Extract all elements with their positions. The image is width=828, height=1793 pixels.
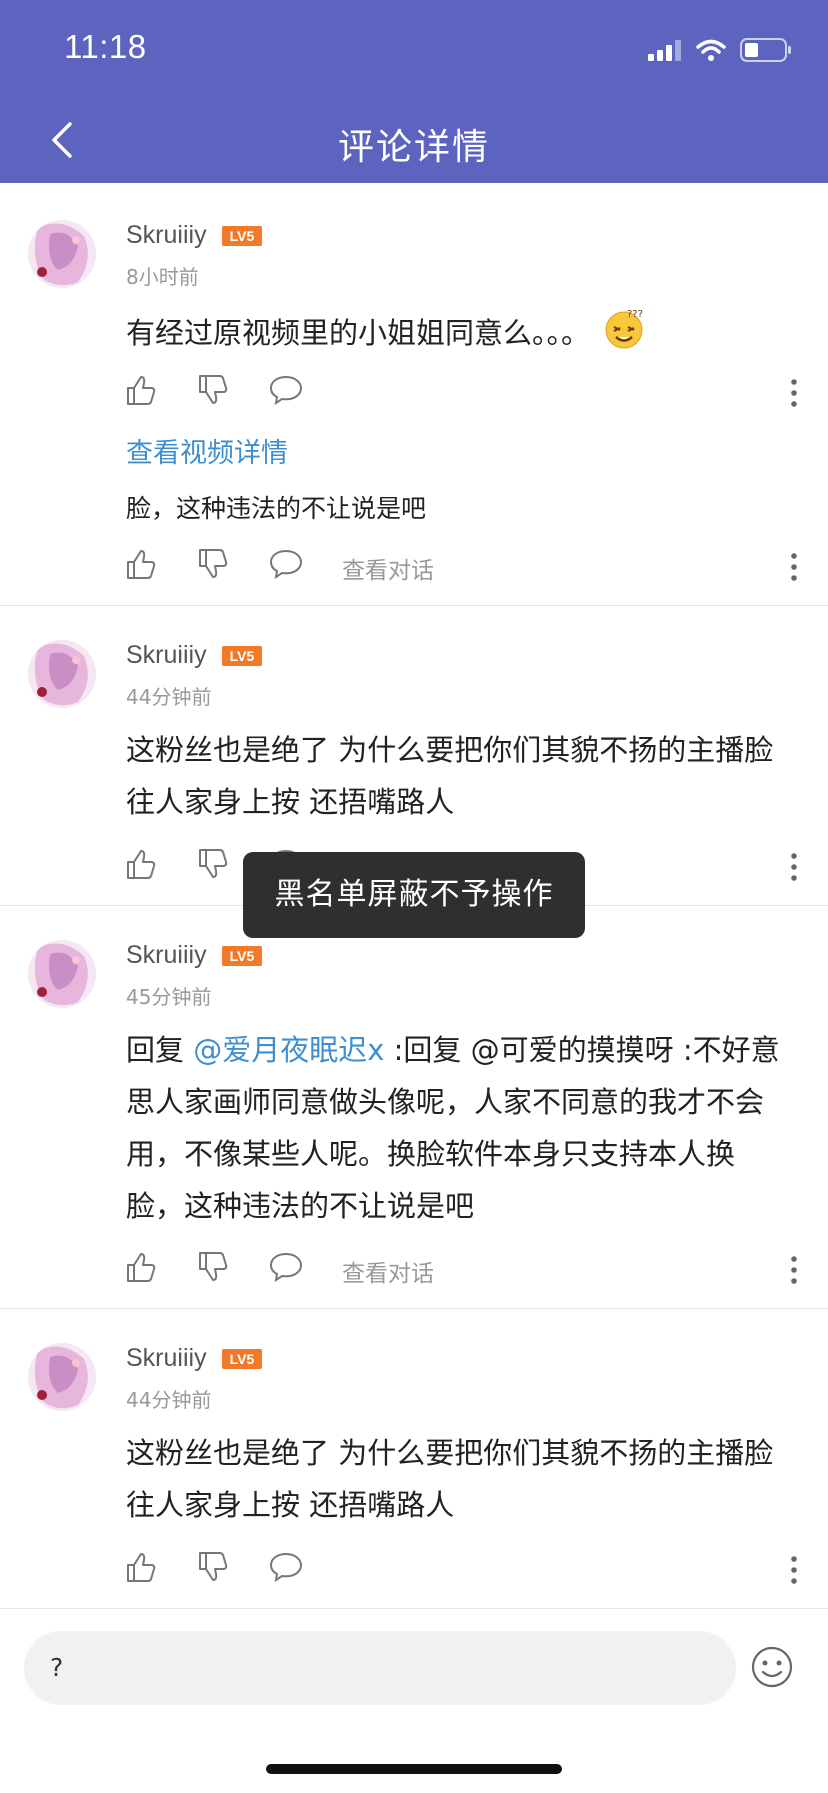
reply-icon: [269, 549, 303, 580]
avatar[interactable]: [28, 940, 96, 1008]
more-button[interactable]: [790, 851, 798, 883]
comment-text: 这粉丝也是绝了 为什么要把你们其貌不扬的主播脸 往人家身上按 还捂嘴路人: [126, 1427, 796, 1531]
reply-icon: [269, 1552, 303, 1583]
level-badge: LV5: [222, 646, 262, 666]
dislike-button[interactable]: [197, 1250, 237, 1290]
dislike-icon: [199, 1552, 228, 1581]
comment-4-actions: [0, 1550, 828, 1590]
comment-time: 45分钟前: [126, 985, 212, 1009]
reply-icon: [269, 1252, 303, 1283]
more-icon: [791, 853, 797, 881]
like-icon: [127, 550, 156, 579]
toast-message: 黑名单屏蔽不予操作: [243, 852, 585, 938]
like-button[interactable]: [125, 373, 165, 413]
signal-icon: [648, 40, 681, 61]
reply-prefix: 回复: [126, 1033, 194, 1067]
like-button[interactable]: [125, 1250, 165, 1290]
dislike-button[interactable]: [197, 373, 237, 413]
username[interactable]: Skruiiiy: [126, 941, 207, 970]
mention-link[interactable]: @爱月夜眠迟x: [193, 1033, 384, 1067]
avatar[interactable]: [28, 1343, 96, 1411]
emoji-icon: [751, 1646, 793, 1688]
dislike-icon: [199, 375, 228, 404]
reply-icon: [269, 375, 303, 406]
page-title: 评论详情: [337, 127, 490, 168]
more-button[interactable]: [790, 1254, 798, 1286]
comment-text-line: 往人家身上按 还捂嘴路人: [126, 1488, 455, 1522]
level-badge: LV5: [222, 946, 262, 966]
level-badge: LV5: [222, 1349, 262, 1369]
avatar-image: [28, 640, 96, 708]
comment-text-line: 往人家身上按 还捂嘴路人: [126, 785, 455, 819]
more-icon: [791, 379, 797, 407]
avatar[interactable]: [28, 220, 96, 288]
dislike-icon: [199, 1252, 228, 1281]
reply-button[interactable]: [268, 373, 308, 413]
comment-time: 44分钟前: [126, 685, 212, 709]
view-conversation-link[interactable]: 查看对话: [342, 1254, 434, 1288]
svg-text:???: ???: [627, 309, 643, 320]
comment-text-line: 这粉丝也是绝了 为什么要把你们其貌不扬的主播脸: [126, 733, 774, 767]
view-video-details-link[interactable]: 查看视频详情: [126, 431, 288, 470]
avatar-image: [28, 220, 96, 288]
like-icon: [127, 1553, 156, 1582]
reply-preview-text: 脸，这种违法的不让说是吧: [126, 494, 427, 523]
dislike-button[interactable]: [197, 1550, 237, 1590]
username[interactable]: Skruiiiy: [126, 641, 207, 670]
app-header: 11:18 评论详情: [0, 0, 828, 183]
status-time: 11:18: [64, 28, 147, 65]
comment-time: 8小时前: [126, 265, 199, 289]
action-bar: [0, 331, 828, 371]
status-icons: [648, 36, 792, 64]
comment-3-actions: 查看对话: [0, 1250, 828, 1290]
comment-1-reply-actions: 查看对话: [0, 547, 828, 587]
home-indicator: [266, 1764, 562, 1774]
avatar-image: [28, 1343, 96, 1411]
like-button[interactable]: [125, 1550, 165, 1590]
username[interactable]: Skruiiiy: [126, 1344, 207, 1373]
more-button[interactable]: [790, 551, 798, 583]
dislike-button[interactable]: [197, 847, 237, 887]
comment-text-line: 这粉丝也是绝了 为什么要把你们其貌不扬的主播脸: [126, 1436, 774, 1470]
comment-text-line: 脸，这种违法的不让说是吧: [126, 1189, 475, 1223]
like-icon: [127, 1253, 156, 1282]
more-button[interactable]: [790, 377, 798, 409]
more-button[interactable]: [790, 1554, 798, 1586]
reply-button[interactable]: [268, 547, 308, 587]
level-badge: LV5: [222, 226, 262, 246]
like-icon: [127, 376, 156, 405]
reply-button[interactable]: [268, 1550, 308, 1590]
dislike-icon: [199, 849, 228, 878]
battery-icon: [740, 38, 791, 62]
comment-text-line: 用，不像某些人呢。换脸软件本身只支持本人换: [126, 1137, 736, 1171]
comment-text: 这粉丝也是绝了 为什么要把你们其貌不扬的主播脸 往人家身上按 还捂嘴路人: [126, 724, 796, 828]
like-button[interactable]: [125, 847, 165, 887]
username[interactable]: Skruiiiy: [126, 221, 207, 250]
more-icon: [791, 553, 797, 581]
comment-text-line: 回复 @爱月夜眠迟x :回复 @可爱的摸摸呀 :不好意: [126, 1024, 796, 1076]
more-icon: [791, 1556, 797, 1584]
comment-text-rest: :回复 @可爱的摸摸呀 :不好意: [384, 1033, 780, 1067]
like-icon: [127, 850, 156, 879]
like-button[interactable]: [125, 547, 165, 587]
comment-input[interactable]: ?: [24, 1631, 736, 1705]
wifi-icon: [696, 39, 726, 61]
dislike-button[interactable]: [197, 547, 237, 587]
comment-text-line: 思人家画师同意做头像呢，人家不同意的我才不会: [126, 1085, 765, 1119]
more-icon: [791, 1256, 797, 1284]
reply-button[interactable]: [268, 1250, 308, 1290]
divider: [0, 605, 828, 606]
comment-text: 回复 @爱月夜眠迟x :回复 @可爱的摸摸呀 :不好意 思人家画师同意做头像呢，…: [126, 1024, 796, 1232]
view-conversation-link[interactable]: 查看对话: [342, 551, 434, 585]
divider: [0, 1308, 828, 1309]
avatar[interactable]: [28, 640, 96, 708]
emoji-button[interactable]: [750, 1645, 794, 1689]
avatar-image: [28, 940, 96, 1008]
comment-time: 44分钟前: [126, 1388, 212, 1412]
comment-1-actions: [0, 373, 828, 413]
dislike-icon: [199, 549, 228, 578]
